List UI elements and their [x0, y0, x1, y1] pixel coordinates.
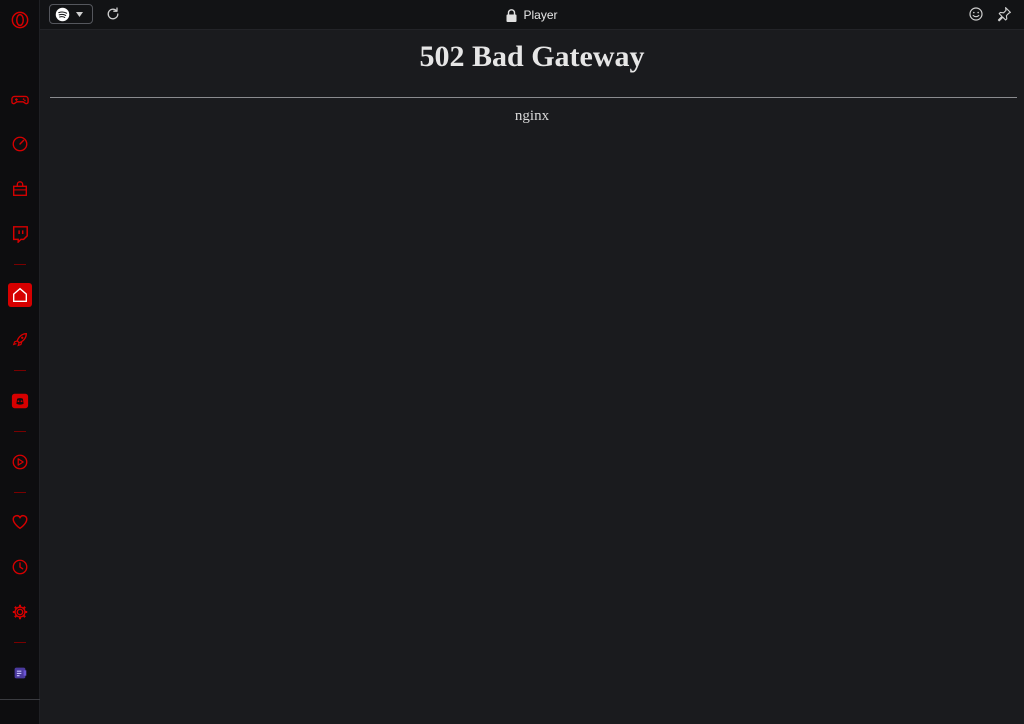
pin-icon: [997, 7, 1011, 22]
clock-icon[interactable]: [8, 555, 32, 579]
horizontal-divider: [50, 97, 1017, 98]
spotify-icon: [55, 7, 70, 21]
sidebar-separator: [14, 431, 26, 432]
player-service-select[interactable]: [49, 4, 93, 24]
heart-icon[interactable]: [8, 510, 32, 534]
page-content: 502 Bad Gateway nginx: [40, 30, 1024, 724]
smiley-icon: [969, 7, 983, 21]
gear-icon[interactable]: [8, 600, 32, 624]
window-title: Player: [40, 0, 1024, 30]
reload-icon: [107, 7, 119, 20]
extension-icon[interactable]: [8, 661, 32, 685]
sidebar-separator: [14, 370, 26, 371]
lock-icon: [506, 8, 517, 22]
discord-icon[interactable]: [8, 389, 32, 413]
reload-button[interactable]: [105, 6, 123, 24]
top-bar: Player: [40, 0, 1024, 30]
home-icon[interactable]: [8, 283, 32, 307]
emoji-button[interactable]: [968, 6, 986, 24]
rocket-icon[interactable]: [8, 328, 32, 352]
twitch-icon[interactable]: [8, 222, 32, 246]
pin-button[interactable]: [996, 6, 1014, 24]
sidebar: [0, 0, 40, 724]
sidebar-separator: [14, 264, 26, 265]
server-name: nginx: [514, 108, 550, 124]
sidebar-separator: [14, 492, 26, 493]
sidebar-bottom-divider: [0, 699, 40, 700]
play-circle-icon[interactable]: [8, 450, 32, 474]
caret-down-icon: [76, 11, 83, 17]
opera-gx-logo-icon[interactable]: [8, 8, 32, 32]
window-title-text: Player: [523, 8, 558, 22]
error-heading: 502 Bad Gateway: [419, 40, 645, 73]
speedometer-icon[interactable]: [8, 132, 32, 156]
sidebar-separator: [14, 642, 26, 643]
gamepad-icon[interactable]: [8, 88, 32, 112]
shopping-bag-icon[interactable]: [8, 177, 32, 201]
